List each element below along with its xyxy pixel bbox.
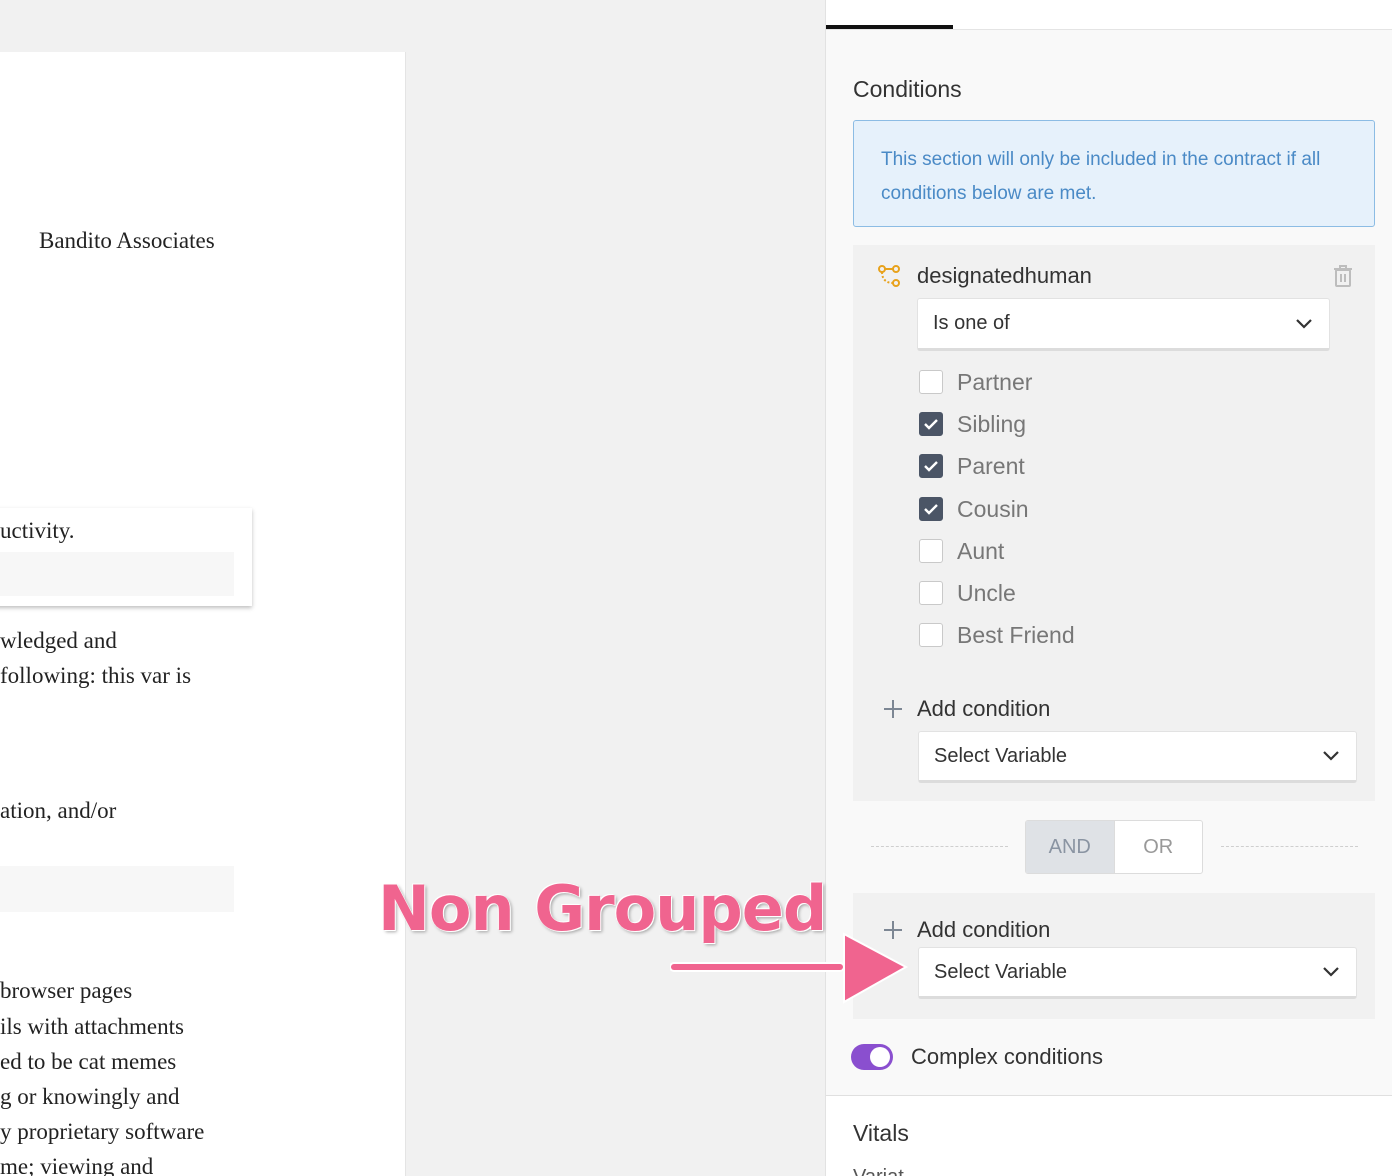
operator-select[interactable]: Is one of (917, 298, 1330, 351)
complex-conditions-label: Complex conditions (911, 1044, 1103, 1069)
condition-variable-name: designatedhuman (917, 263, 1092, 288)
complex-conditions-row: Complex conditions (851, 1044, 1103, 1070)
document-line: following: this var is (0, 663, 192, 688)
document-line: ils with attachments (0, 1014, 184, 1039)
popup-field[interactable] (0, 552, 234, 596)
select-variable-placeholder: Select Variable (934, 744, 1068, 767)
select-variable-dropdown[interactable]: Select Variable (918, 947, 1357, 999)
option-label: Parent (957, 452, 1025, 479)
add-condition-button[interactable]: Add condition (883, 696, 1050, 722)
option-label: Cousin (957, 495, 1029, 522)
option-label: Aunt (957, 537, 1005, 564)
checkmark-icon (924, 461, 938, 472)
document-line: wledged and (0, 628, 117, 653)
document-line: ed to be cat memes (0, 1049, 177, 1074)
option-uncle[interactable]: Uncle (919, 578, 1016, 608)
chevron-down-icon (1323, 751, 1339, 761)
document-inline-popup: uctivity. (0, 508, 252, 606)
and-button[interactable]: AND (1026, 821, 1115, 873)
popup-text: uctivity. (0, 518, 75, 543)
vitals-title: Vitals (853, 1120, 909, 1146)
checkbox[interactable] (919, 581, 943, 605)
chevron-down-icon (1323, 967, 1339, 977)
complex-conditions-toggle[interactable] (851, 1044, 893, 1070)
checkmark-icon (924, 504, 938, 515)
condition-group-card: designatedhuman Is one of Partner Siblin… (853, 245, 1375, 801)
option-label: Best Friend (957, 621, 1075, 648)
and-or-toggle: AND OR (1025, 820, 1203, 874)
option-label: Uncle (957, 579, 1016, 606)
option-partner[interactable]: Partner (919, 367, 1032, 397)
tab-active-indicator[interactable] (826, 25, 953, 29)
select-variable-dropdown[interactable]: Select Variable (918, 731, 1357, 783)
vitals-subtitle: Variat (853, 1166, 904, 1176)
conditions-panel: Conditions This section will only be inc… (825, 0, 1392, 1176)
checkbox[interactable] (919, 623, 943, 647)
conditions-info-box: This section will only be included in th… (853, 120, 1375, 227)
checkmark-icon (924, 419, 938, 430)
chevron-down-icon (1296, 318, 1312, 329)
divider-right (1221, 846, 1358, 847)
checkbox-checked[interactable] (919, 454, 943, 478)
document-field-placeholder[interactable] (0, 866, 234, 912)
document-page: Bandito Associates uctivity. wledged and… (0, 52, 406, 1176)
document-line: ation, and/or (0, 798, 117, 823)
checkbox-checked[interactable] (919, 497, 943, 521)
option-aunt[interactable]: Aunt (919, 536, 1004, 566)
or-button[interactable]: OR (1115, 821, 1203, 873)
option-label: Sibling (957, 410, 1027, 437)
checkbox-checked[interactable] (919, 412, 943, 436)
document-line: g or knowingly and (0, 1084, 180, 1109)
option-cousin[interactable]: Cousin (919, 494, 1029, 524)
add-condition-label: Add condition (917, 696, 1051, 721)
operator-select-value: Is one of (933, 312, 1010, 334)
option-parent[interactable]: Parent (919, 451, 1025, 481)
plus-icon (884, 700, 902, 718)
document-line: me; viewing and (0, 1154, 154, 1176)
conditions-title: Conditions (853, 76, 962, 102)
option-label: Partner (957, 368, 1033, 395)
select-variable-placeholder: Select Variable (934, 960, 1068, 983)
vitals-section: Vitals Variat (826, 1096, 1392, 1176)
option-best-friend[interactable]: Best Friend (919, 620, 1075, 650)
add-condition-label: Add condition (917, 917, 1051, 942)
checkbox[interactable] (919, 539, 943, 563)
condition-card-ungrouped: Add condition Select Variable (853, 893, 1375, 1019)
document-company-name: Bandito Associates (39, 228, 215, 253)
document-line: browser pages (0, 978, 133, 1003)
checkbox[interactable] (919, 370, 943, 394)
trash-icon[interactable] (1333, 265, 1353, 287)
panel-tabbar (826, 0, 1392, 30)
option-sibling[interactable]: Sibling (919, 409, 1026, 439)
annotation-arrow-icon (670, 932, 909, 1004)
toggle-knob (870, 1047, 890, 1067)
divider-left (871, 846, 1008, 847)
variable-branch-icon (878, 265, 900, 287)
document-line: y proprietary software (0, 1119, 205, 1144)
